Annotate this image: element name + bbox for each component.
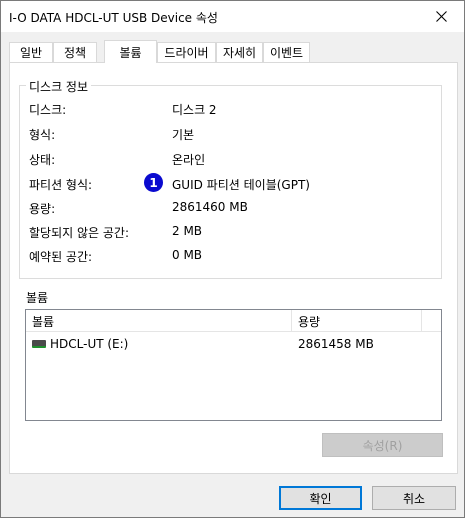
volume-capacity: 2861458 MB [298,337,374,351]
tab-driver[interactable]: 드라이버 [157,42,216,62]
column-header-volume[interactable]: 볼륨 [26,310,292,332]
volume-name: HDCL-UT (E:) [50,337,129,351]
column-header-capacity[interactable]: 용량 [292,310,422,332]
window-title: I-O DATA HDCL-UT USB Device 속성 [9,11,218,25]
volume-name-cell: HDCL-UT (E:) [32,334,128,354]
tab-policies[interactable]: 정책 [53,42,97,62]
unallocated-label: 할당되지 않은 공간: [29,226,129,240]
reserved-value: 0 MB [172,248,203,262]
type-value: 기본 [172,128,195,142]
drive-icon [32,340,46,348]
tab-details[interactable]: 자세히 [216,42,263,62]
reserved-label: 예약된 공간: [29,250,93,264]
title-bar: I-O DATA HDCL-UT USB Device 속성 [1,1,464,32]
tab-general[interactable]: 일반 [9,42,53,62]
disk-label: 디스크: [29,103,67,117]
disk-value: 디스크 2 [172,103,217,117]
status-value: 온라인 [172,153,206,167]
volumes-list[interactable]: 볼륨 용량 HDCL-UT (E:) 2861458 MB [25,309,442,421]
capacity-value: 2861460 MB [172,200,248,214]
volumes-list-header: 볼륨 용량 [26,310,441,332]
properties-button[interactable]: 속성(R) [322,433,443,457]
tab-volumes[interactable]: 볼륨 [104,40,157,63]
status-label: 상태: [29,153,56,167]
volumes-section-label: 볼륨 [26,291,49,305]
table-row[interactable]: HDCL-UT (E:) 2861458 MB [26,334,441,354]
disk-info-title: 디스크 정보 [26,78,92,95]
properties-window: I-O DATA HDCL-UT USB Device 속성 일반 정책 볼륨 … [0,0,465,518]
cancel-button[interactable]: 취소 [372,486,456,510]
close-button[interactable] [418,1,464,31]
capacity-label: 용량: [29,202,56,216]
unallocated-value: 2 MB [172,224,203,238]
annotation-marker: 1 [144,173,163,192]
ok-button[interactable]: 확인 [279,486,362,510]
close-icon [435,10,447,22]
tab-events[interactable]: 이벤트 [263,42,310,62]
partition-style-value: GUID 파티션 테이블(GPT) [172,178,310,192]
tab-strip: 일반 정책 볼륨 드라이버 자세히 이벤트 [9,40,459,63]
type-label: 형식: [29,128,56,142]
partition-style-label: 파티션 형식: [29,178,93,192]
